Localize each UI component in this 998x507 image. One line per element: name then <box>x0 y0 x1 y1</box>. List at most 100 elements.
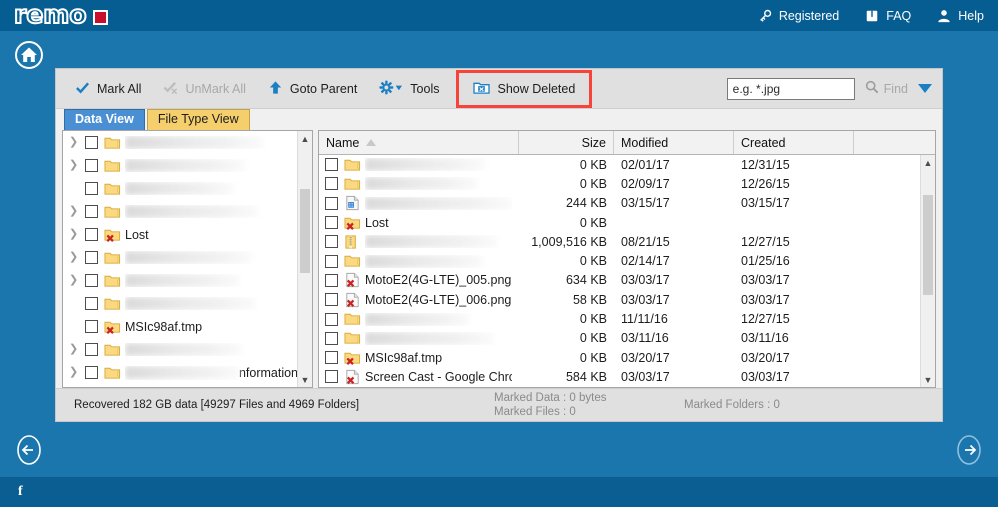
next-button[interactable] <box>953 434 985 466</box>
chevron-up-icon[interactable]: ▲ <box>921 155 935 170</box>
home-button[interactable] <box>14 40 44 70</box>
tab-data-view[interactable]: Data View <box>64 109 145 130</box>
tree-row-checkbox[interactable] <box>85 366 98 379</box>
chevron-right-icon[interactable]: ❯ <box>69 229 81 240</box>
tree-row[interactable]: ❯ Lost <box>63 223 298 246</box>
chevron-down-icon[interactable]: ▼ <box>921 372 935 387</box>
facebook-icon[interactable]: f <box>18 484 23 500</box>
tree-row-checkbox[interactable] <box>85 205 98 218</box>
tree-row-checkbox[interactable] <box>85 320 98 333</box>
table-row[interactable]: Lost 0 KB <box>319 213 921 232</box>
deleted-file-icon <box>344 369 361 385</box>
chevron-up-icon[interactable]: ▲ <box>298 131 312 146</box>
table-row[interactable]: 0 KB 02/01/17 12/31/15 <box>319 155 921 174</box>
column-header-name[interactable]: Name <box>319 131 519 154</box>
chevron-right-icon[interactable]: ❯ <box>69 344 81 355</box>
file-row-checkbox[interactable] <box>325 273 338 287</box>
file-row-checkbox[interactable] <box>325 235 338 249</box>
folder-icon <box>104 204 121 220</box>
table-row[interactable]: MSIc98af.tmp 0 KB 03/20/17 03/20/17 <box>319 348 921 367</box>
mark-all-button[interactable]: Mark All <box>64 76 152 102</box>
table-row[interactable]: 0 KB 02/14/17 01/25/16 <box>319 251 921 270</box>
folder-tree-pane[interactable]: ❯❯❯❯❯Lost❯❯❯❯MSIc98af.tmp❯❯nformation❯❯ … <box>62 130 313 388</box>
registered-link[interactable]: Registered <box>758 9 839 23</box>
redacted-name <box>365 331 493 345</box>
file-row-checkbox[interactable] <box>325 312 338 326</box>
redacted-name <box>125 297 255 310</box>
chevron-down-icon[interactable]: ▼ <box>298 372 312 387</box>
file-row-checkbox[interactable] <box>325 370 338 384</box>
chevron-right-icon[interactable]: ❯ <box>69 367 81 378</box>
table-row[interactable]: MotoE2(4G-LTE)_005.png 634 KB 03/03/17 03/0… <box>319 271 921 290</box>
tree-row-checkbox[interactable] <box>85 274 98 287</box>
logo-red-square <box>92 10 108 25</box>
chevron-right-icon[interactable]: ❯ <box>69 137 81 148</box>
tree-row-checkbox[interactable] <box>85 343 98 356</box>
file-list-vertical-scrollbar[interactable]: ▲ ▼ <box>920 155 935 387</box>
tree-vertical-scrollbar[interactable]: ▲ ▼ <box>297 131 312 387</box>
redacted-name <box>365 254 483 268</box>
search-input[interactable] <box>726 77 855 100</box>
help-link[interactable]: Help <box>937 9 984 23</box>
tree-row-checkbox[interactable] <box>85 182 98 195</box>
tree-row-checkbox[interactable] <box>85 228 98 241</box>
cell-created: 03/11/16 <box>741 331 789 346</box>
tree-row[interactable]: ❯ <box>63 131 298 154</box>
cell-modified: 02/09/17 <box>621 176 670 191</box>
cell-size: 0 KB <box>579 176 607 191</box>
tab-file-type-view[interactable]: File Type View <box>146 109 250 130</box>
file-row-checkbox[interactable] <box>325 196 338 210</box>
column-header-created[interactable]: Created <box>734 131 854 154</box>
tree-row-checkbox[interactable] <box>85 251 98 264</box>
search-options-dropdown-icon[interactable] <box>918 84 932 93</box>
column-header-modified[interactable]: Modified <box>614 131 734 154</box>
tree-row[interactable]: ❯ <box>63 200 298 223</box>
cell-created: 12/27/15 <box>741 234 790 249</box>
table-row[interactable]: 1,009,516 KB 08/21/15 12/27/15 <box>319 232 921 251</box>
tree-row[interactable]: ❯ <box>63 338 298 361</box>
tree-row[interactable]: ❯ nformation <box>63 361 298 384</box>
table-row[interactable]: 0 KB 02/09/17 12/26/15 <box>319 174 921 193</box>
chevron-right-icon[interactable]: ❯ <box>69 275 81 286</box>
column-header-size[interactable]: Size <box>519 131 614 154</box>
goto-parent-button[interactable]: Goto Parent <box>257 76 368 102</box>
file-row-checkbox[interactable] <box>325 254 338 268</box>
file-list-scrollbar-thumb[interactable] <box>923 195 933 295</box>
tree-row[interactable]: ❯ <box>63 269 298 292</box>
tree-row[interactable]: ❯ <box>63 154 298 177</box>
back-button[interactable] <box>13 434 45 466</box>
file-row-checkbox[interactable] <box>325 331 338 345</box>
tools-button[interactable]: Tools <box>368 76 450 102</box>
main-panel: Mark All UnMark All Goto Parent Tools Sh… <box>55 68 943 422</box>
find-button[interactable]: Find <box>865 80 908 97</box>
table-row[interactable]: 0 KB 03/11/16 03/11/16 <box>319 329 921 348</box>
tree-row[interactable]: ❯ <box>63 292 298 315</box>
file-row-checkbox[interactable] <box>325 216 338 230</box>
folder-icon <box>344 330 361 346</box>
file-row-checkbox[interactable] <box>325 293 338 307</box>
tree-row[interactable]: ❯ <box>63 246 298 269</box>
chevron-right-icon[interactable]: ❯ <box>69 160 81 171</box>
show-deleted-button[interactable]: Show Deleted <box>456 69 593 108</box>
file-list-pane[interactable]: Name Size Modified Created 0 KB 02/01/17 1… <box>318 130 936 388</box>
file-row-checkbox[interactable] <box>325 177 338 191</box>
table-row[interactable]: Screen Cast - Google Chro... 584 KB 03/03/… <box>319 367 921 386</box>
faq-link[interactable]: FAQ <box>865 9 911 23</box>
file-row-checkbox[interactable] <box>325 351 338 365</box>
tree-row[interactable]: ❯MSIc98af.tmp <box>63 315 298 338</box>
tree-scrollbar-thumb[interactable] <box>300 189 310 273</box>
table-row[interactable]: 244 KB 03/15/17 03/15/17 <box>319 194 921 213</box>
file-row-checkbox[interactable] <box>325 158 338 172</box>
tree-row[interactable]: ❯ <box>63 177 298 200</box>
chevron-right-icon[interactable]: ❯ <box>69 252 81 263</box>
tree-row-checkbox[interactable] <box>85 136 98 149</box>
chevron-right-icon[interactable]: ❯ <box>69 206 81 217</box>
tree-row-checkbox[interactable] <box>85 297 98 310</box>
cell-modified: 02/14/17 <box>621 254 670 269</box>
tree-row-checkbox[interactable] <box>85 159 98 172</box>
cell-created: 12/27/15 <box>741 312 790 327</box>
unmark-all-button[interactable]: UnMark All <box>152 76 256 102</box>
tree-row[interactable]: ❯ <box>63 384 298 387</box>
table-row[interactable]: 0 KB 11/11/16 12/27/15 <box>319 309 921 328</box>
table-row[interactable]: MotoE2(4G-LTE)_006.png 58 KB 03/03/17 03/03… <box>319 290 921 309</box>
